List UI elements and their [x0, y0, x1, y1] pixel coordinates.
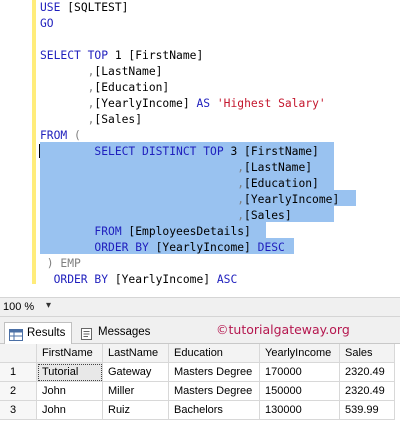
code-line: FROM [EmployeesDetails] [40, 224, 251, 240]
code-line: ,[Education] [40, 80, 170, 96]
code-token: , [40, 65, 95, 78]
code-line: SELECT DISTINCT TOP 3 [FirstName] [40, 144, 319, 160]
tab-results[interactable]: Results [4, 322, 72, 344]
row-number[interactable]: 3 [0, 401, 37, 420]
code-token: [YearlyIncome] [155, 241, 258, 254]
zoom-value: 100 % [3, 301, 35, 313]
code-token: [Sales] [94, 113, 143, 126]
table-cell[interactable]: Masters Degree [169, 382, 260, 401]
code-line: ,[Education] [40, 176, 319, 192]
code-token: AS [196, 97, 217, 110]
code-line: ORDER BY [YearlyIncome] DESC [40, 240, 285, 256]
table-cell[interactable]: Gateway [103, 363, 169, 382]
code-token: , [40, 177, 245, 190]
code-line: ,[Sales] [40, 112, 142, 128]
code-token: ) EMP [40, 257, 81, 270]
table-cell[interactable]: 150000 [260, 382, 340, 401]
code-line: ,[Sales] [40, 208, 292, 224]
code-token: , [40, 97, 95, 110]
code-token: 'Highest Salary' [216, 97, 326, 110]
code-token: ( [74, 129, 81, 142]
code-token: [YearlyIncome] [244, 193, 340, 206]
column-header[interactable]: Education [169, 344, 260, 363]
column-header[interactable]: YearlyIncome [260, 344, 340, 363]
code-token: SELECT TOP [40, 49, 115, 62]
code-token: [Education] [94, 81, 170, 94]
code-token: , [40, 113, 95, 126]
code-token: ORDER BY [40, 241, 156, 254]
code-token: USE [40, 1, 68, 14]
tab-messages-label: Messages [98, 326, 151, 338]
table-cell[interactable]: Masters Degree [169, 363, 260, 382]
code-token: [LastName] [94, 65, 163, 78]
table-cell[interactable]: Tutorial [37, 363, 103, 382]
code-line: ,[LastName] [40, 160, 312, 176]
code-line: FROM ( [40, 128, 81, 144]
change-indicator-bar [32, 0, 36, 284]
code-line: ,[LastName] [40, 64, 163, 80]
zoom-select[interactable]: 100 % [3, 300, 63, 314]
tab-results-label: Results [27, 327, 66, 339]
code-token: , [40, 193, 245, 206]
code-line: SELECT TOP 1 [FirstName] [40, 48, 203, 64]
table-cell[interactable]: Ruiz [103, 401, 169, 420]
sql-editor[interactable]: USE [SQLTEST] GO SELECT TOP 1 [FirstName] … [0, 0, 400, 297]
code-line: ORDER BY [YearlyIncome] ASC [40, 272, 238, 288]
code-token: [YearlyIncome] [94, 97, 197, 110]
code-line: ,[YearlyIncome] AS 'Highest Salary' [40, 96, 326, 112]
table-cell[interactable]: Bachelors [169, 401, 260, 420]
code-token: 3 [FirstName] [230, 145, 319, 158]
code-line: USE [SQLTEST] [40, 0, 128, 16]
results-grid[interactable]: FirstName LastName Education YearlyIncom… [0, 344, 400, 424]
code-token: [LastName] [244, 161, 313, 174]
column-header[interactable]: FirstName [37, 344, 103, 363]
code-token: [YearlyIncome] [114, 273, 217, 286]
grid-corner[interactable] [0, 344, 37, 363]
table-cell[interactable]: John [37, 382, 103, 401]
code-line: GO [40, 16, 54, 32]
table-cell[interactable]: 2320.49 [340, 363, 395, 382]
code-token: ORDER BY [40, 273, 115, 286]
table-cell[interactable]: 130000 [260, 401, 340, 420]
code-token: 1 [FirstName] [114, 49, 204, 62]
code-token: [Sales] [244, 209, 292, 222]
table-cell[interactable]: 170000 [260, 363, 340, 382]
table-cell[interactable]: 539.99 [340, 401, 395, 420]
code-line: ,[YearlyIncome] [40, 192, 339, 208]
code-line: ) EMP [40, 256, 81, 272]
code-token: DESC [257, 241, 285, 254]
row-number[interactable]: 1 [0, 363, 37, 382]
column-header[interactable]: Sales [340, 344, 395, 363]
code-token: , [40, 81, 95, 94]
code-token: ASC [216, 273, 238, 286]
chevron-down-icon[interactable]: ▾ [46, 300, 51, 311]
row-number[interactable]: 2 [0, 382, 37, 401]
messages-icon [80, 327, 94, 340]
column-header[interactable]: LastName [103, 344, 169, 363]
code-token: [SQLTEST] [67, 1, 129, 14]
code-token: , [40, 209, 245, 222]
code-token: FROM [40, 129, 75, 142]
table-cell[interactable]: John [37, 401, 103, 420]
code-token: , [40, 161, 245, 174]
watermark-text: ©tutorialgateway.org [216, 322, 350, 337]
table-cell[interactable]: Miller [103, 382, 169, 401]
code-token: GO [40, 17, 54, 30]
code-token: [Education] [244, 177, 319, 190]
tab-messages[interactable]: Messages [76, 322, 156, 343]
zoom-bar: 100 % ▾ [0, 297, 400, 317]
table-cell[interactable]: 2320.49 [340, 382, 395, 401]
code-token: SELECT DISTINCT TOP [40, 145, 231, 158]
code-token: [EmployeesDetails] [128, 225, 251, 238]
grid-icon [9, 328, 23, 341]
code-token: FROM [40, 225, 129, 238]
